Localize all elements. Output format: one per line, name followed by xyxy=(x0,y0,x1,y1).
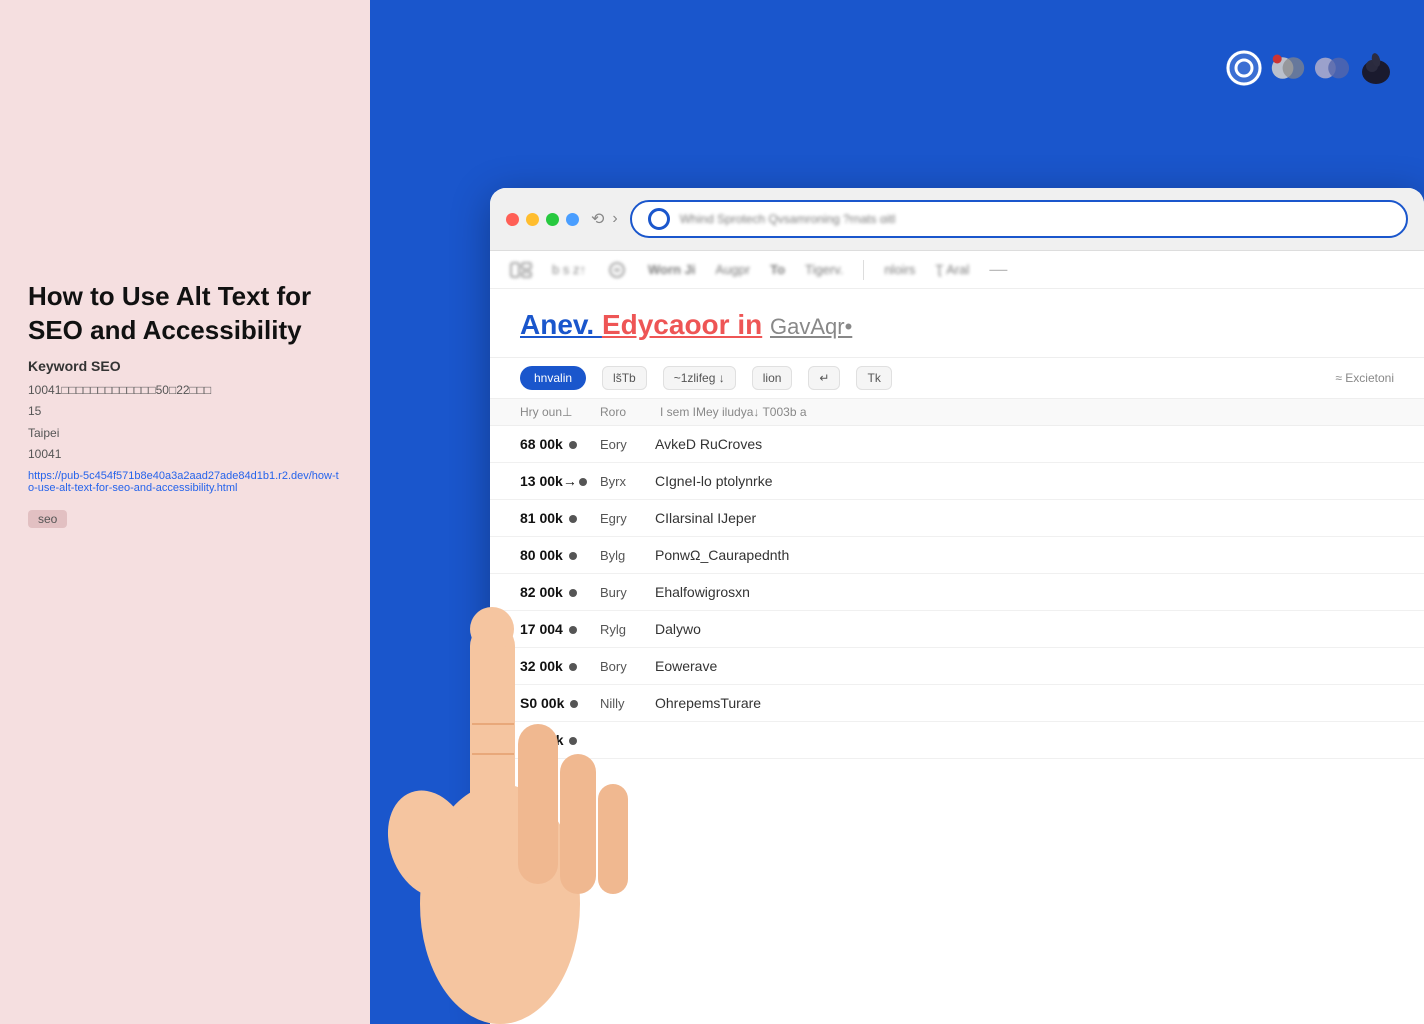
table-row: 81 00k Egry CIlarsinal IJeper xyxy=(490,500,1424,537)
filter-right-label: ≈ Excietoni xyxy=(1335,371,1394,385)
nav-back-icon[interactable]: ⟲ xyxy=(591,209,604,229)
filter-lion[interactable]: lion xyxy=(752,366,793,390)
filter-12lifeg[interactable]: ~1zlifeg ↓ xyxy=(663,366,736,390)
article-url: https://pub-5c454f571b8e40a3a2aad27ade84… xyxy=(28,470,342,494)
table-row: 80 00k Bylg PonwΩ_Caurapednth xyxy=(490,537,1424,574)
subh-col1: Hry oun⊥ xyxy=(520,405,600,419)
toolbar-item-2[interactable] xyxy=(606,261,628,279)
filter-arrow[interactable]: ↵ xyxy=(808,366,840,390)
browser-logo-circle xyxy=(648,208,670,230)
toolbar-item-te[interactable]: To xyxy=(770,262,785,277)
table-row: 82 00k Bury Ehalfowigrosxn xyxy=(490,574,1424,611)
toolbar-item-aral[interactable]: Ʈ Aral xyxy=(935,262,969,277)
filter-hnvalin[interactable]: hnvalin xyxy=(520,366,586,390)
toolbar-separator xyxy=(863,260,864,280)
article-title: How to Use Alt Text for SEO and Accessib… xyxy=(28,280,342,348)
meta-line3: Taipei xyxy=(28,423,342,445)
page-header: Anev. Edycaoor in GavAqr• xyxy=(490,289,1424,358)
table-row: S0 00k Nilly OhrepemsTurare xyxy=(490,685,1424,722)
extension-icons xyxy=(1226,50,1394,86)
tl-minimize[interactable] xyxy=(526,213,539,226)
seo-tag: seo xyxy=(28,510,67,528)
browser-page-title: Anev. Edycaoor in GavAqr• xyxy=(520,309,1394,341)
browser-content: Anev. Edycaoor in GavAqr• hnvalin ls̃Tb … xyxy=(490,289,1424,1024)
toolbar-item-worm[interactable]: Worn Ji xyxy=(648,262,695,277)
toolbar-item-0[interactable] xyxy=(510,261,532,279)
browser-chrome: ⟲ › Whind Sprotech Qvsamroning ?rnats αi… xyxy=(490,188,1424,251)
table-row: 68 00k Eory AvkeD RuCroves xyxy=(490,426,1424,463)
filter-tk[interactable]: Tk xyxy=(856,366,891,390)
nav-buttons: ⟲ › xyxy=(591,209,618,229)
address-bar[interactable]: Whind Sprotech Qvsamroning ?rnats αitl xyxy=(630,200,1408,238)
address-text: Whind Sprotech Qvsamroning ?rnats αitl xyxy=(680,212,1390,226)
meta-line4: 10041 xyxy=(28,444,342,466)
toolbar-item-augpr[interactable]: Augpr xyxy=(715,262,750,277)
toolbar-item-end: — xyxy=(989,259,1007,280)
tl-extra[interactable] xyxy=(566,213,579,226)
filter-right: ≈ Excietoni xyxy=(1335,371,1394,385)
table-row: 8F 00k xyxy=(490,722,1424,759)
toolbar-item-1[interactable]: b s z↑ xyxy=(552,262,586,277)
traffic-lights xyxy=(506,213,579,226)
ext-icon-2 xyxy=(1270,50,1306,86)
subh-col2: Roro xyxy=(600,405,660,419)
tl-fullscreen[interactable] xyxy=(546,213,559,226)
ext-icon-4 xyxy=(1358,50,1394,86)
browser-toolbar: b s z↑ Worn Ji Augpr To Tigerv. nloirs Ʈ… xyxy=(490,251,1424,289)
table-row: 32 00k Bory Eowerave xyxy=(490,648,1424,685)
toolbar-item-nloirs[interactable]: nloirs xyxy=(884,262,915,277)
main-area: ⟲ › Whind Sprotech Qvsamroning ?rnats αi… xyxy=(370,0,1424,1024)
nav-forward-icon[interactable]: › xyxy=(612,210,617,228)
filter-lstb[interactable]: ls̃Tb xyxy=(602,366,647,390)
toolbar-item-tiger[interactable]: Tigerv. xyxy=(805,262,843,277)
subh-col3: I sem IMey iludya↓ T003b a xyxy=(660,405,1394,419)
table-row: 17 004 Rylg Dalywo xyxy=(490,611,1424,648)
meta-line1: 10041□□□□□□□□□□□□□50□22□□□ xyxy=(28,380,342,402)
table-filter-icons: hnvalin ls̃Tb ~1zlifeg ↓ lion ↵ Tk ≈ Exc… xyxy=(490,358,1424,399)
table-row: 13 00k→ Byrx CIgneI-lo ptolynrke xyxy=(490,463,1424,500)
keyword-label: Keyword SEO xyxy=(28,358,342,374)
tl-close[interactable] xyxy=(506,213,519,226)
table-subheader: Hry oun⊥ Roro I sem IMey iludya↓ T003b a xyxy=(490,399,1424,426)
ext-icon-3 xyxy=(1314,50,1350,86)
browser-window: ⟲ › Whind Sprotech Qvsamroning ?rnats αi… xyxy=(490,188,1424,1024)
ext-icon-1 xyxy=(1226,50,1262,86)
meta-line2: 15 xyxy=(28,401,342,423)
sidebar: How to Use Alt Text for SEO and Accessib… xyxy=(0,0,370,1024)
